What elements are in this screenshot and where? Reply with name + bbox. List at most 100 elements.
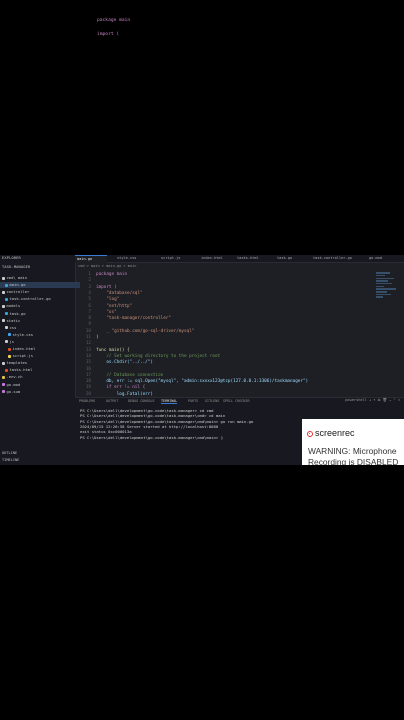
sidebar-item[interactable]: controller bbox=[0, 289, 77, 295]
css-file-icon bbox=[8, 333, 11, 337]
project-title[interactable]: TASK-MANAGER bbox=[2, 265, 30, 269]
sidebar-item[interactable]: index.html bbox=[0, 346, 83, 352]
screenrec-logo-text: screenrec bbox=[315, 428, 355, 438]
go-file-icon bbox=[5, 283, 8, 287]
go-mod-icon bbox=[2, 383, 5, 386]
env-file-icon bbox=[2, 375, 5, 379]
terminal-line: PS C:\Users\dell\development\go-code\tas… bbox=[80, 408, 214, 413]
terminal-line: exit status 0xc000013a bbox=[80, 429, 132, 435]
minimap[interactable] bbox=[376, 271, 402, 311]
sidebar-item-label: cmd\ main bbox=[6, 275, 28, 280]
code-text: os.Chdir("../../") bbox=[96, 360, 153, 366]
code-text: func main() { bbox=[96, 347, 130, 353]
sidebar-item-label: static bbox=[6, 317, 21, 323]
code-text: package main bbox=[96, 272, 128, 277]
code-text: if err != nil { bbox=[96, 385, 146, 391]
sidebar-item[interactable]: style.css bbox=[0, 332, 83, 338]
record-icon bbox=[307, 431, 313, 437]
code-text: db, err := sql.Open("mysql", "admin:sxxx… bbox=[96, 379, 309, 385]
code-editor[interactable]: 1 package main 2 3 import (4 "database/sql" 5… bbox=[75, 271, 375, 397]
blurred-code-strip: package main import ( bbox=[75, 0, 255, 40]
tab-index-html[interactable]: index.html bbox=[199, 255, 231, 262]
tab-script-js[interactable]: script.js bbox=[159, 255, 191, 262]
sidebar-item-label: go.mod bbox=[6, 381, 21, 387]
sidebar-item[interactable]: css bbox=[0, 325, 80, 331]
code-text: "log" bbox=[96, 297, 120, 303]
tab-task-go[interactable]: task.go bbox=[275, 255, 307, 262]
folder-icon bbox=[5, 340, 8, 344]
screenrec-logo: screenrec bbox=[307, 428, 355, 438]
terminal-line: PS C:\Users\dell\development\go-code\tas… bbox=[80, 418, 254, 424]
sidebar-item[interactable]: templates bbox=[0, 360, 77, 366]
panel-tab-terminal[interactable]: TERMINAL bbox=[161, 399, 178, 404]
sidebar-item[interactable]: js bbox=[0, 339, 80, 345]
sidebar-item-label: go.sum bbox=[6, 388, 21, 394]
sidebar-item-label: task.go bbox=[9, 310, 26, 316]
sidebar-item[interactable]: cmd\ main bbox=[0, 275, 77, 281]
sidebar-item[interactable]: models bbox=[0, 303, 77, 309]
folder-icon bbox=[5, 326, 8, 330]
sidebar-item-label: index.html bbox=[12, 346, 36, 351]
explorer-sidebar: EXPLORER TASK-MANAGER cmd\ main main.go co… bbox=[0, 255, 80, 465]
sidebar-item-label: task-controller.go bbox=[9, 296, 51, 302]
code-text: // Set working directory to the project … bbox=[96, 353, 221, 359]
sidebar-item-label: tasks.html bbox=[9, 367, 33, 373]
folder-icon bbox=[2, 361, 5, 365]
vscode-window: EXPLORER TASK-MANAGER cmd\ main main.go co… bbox=[0, 255, 404, 465]
sidebar-item[interactable]: main.go bbox=[0, 282, 80, 289]
mic-warning-line1: WARNING: Microphone bbox=[308, 446, 397, 456]
code-text: // Database connection bbox=[96, 372, 164, 378]
sidebar-item-label: script.js bbox=[12, 353, 34, 359]
panel-tab-ports[interactable]: PORTS bbox=[188, 399, 198, 403]
sidebar-item-label: models bbox=[6, 303, 21, 309]
sidebar-item[interactable]: go.mod bbox=[0, 382, 77, 388]
sidebar-item[interactable]: task.go bbox=[0, 311, 80, 317]
mic-warning-line2: Recording is DISABLED bbox=[308, 457, 399, 465]
editor-tabs: main.go style.css script.js index.html t… bbox=[75, 255, 404, 263]
tab-main-go[interactable]: main.go bbox=[75, 255, 107, 263]
sidebar-item-label: controller bbox=[6, 289, 30, 295]
tab-go-mod[interactable]: go.mod bbox=[367, 255, 399, 262]
terminal-line: PS C:\Users\dell\development\go-code\tas… bbox=[80, 434, 223, 440]
terminal-toolbar[interactable]: powershell + ▾ ⧉ 🗑 … ^ ✕ bbox=[345, 398, 400, 402]
panel-tab-spell-checker[interactable]: SPELL CHECKER bbox=[223, 399, 250, 403]
tab-task-controller-go[interactable]: task-controller.go bbox=[311, 255, 363, 262]
folder-icon bbox=[2, 319, 5, 323]
js-file-icon bbox=[8, 354, 11, 358]
terminal-line: PS C:\Users\dell\development\go-code\tas… bbox=[80, 413, 226, 419]
html-file-icon bbox=[5, 368, 8, 372]
tab-tasks-html[interactable]: tasks.html bbox=[235, 255, 267, 262]
sidebar-item[interactable]: .env.ch bbox=[0, 374, 77, 380]
outline-section[interactable]: OUTLINE bbox=[2, 451, 17, 455]
code-text: "os" bbox=[96, 309, 117, 315]
code-text: ) bbox=[96, 335, 99, 340]
sidebar-item-label: main.go bbox=[9, 282, 26, 288]
sidebar-item[interactable]: go.sum bbox=[0, 389, 77, 395]
sidebar-item[interactable]: static bbox=[0, 318, 77, 324]
panel-tab-problems[interactable]: PROBLEMS bbox=[79, 399, 95, 403]
explorer-title: EXPLORER bbox=[2, 256, 21, 260]
code-text: "net/http" bbox=[96, 303, 133, 309]
code-line: package main bbox=[97, 18, 131, 23]
code-text: log.Fatal(err) bbox=[96, 391, 153, 397]
panel-tab-output[interactable]: OUTPUT bbox=[106, 399, 118, 403]
go-mod-icon bbox=[2, 390, 5, 394]
code-text: "database/sql" bbox=[96, 290, 143, 296]
timeline-section[interactable]: TIMELINE bbox=[2, 458, 19, 462]
code-text: import ( bbox=[96, 284, 117, 290]
folder-icon bbox=[2, 304, 5, 308]
sidebar-item[interactable]: tasks.html bbox=[0, 367, 80, 373]
sidebar-item-label: css bbox=[9, 324, 17, 330]
sidebar-item[interactable]: task-controller.go bbox=[0, 296, 80, 302]
go-file-icon bbox=[5, 297, 8, 301]
sidebar-item[interactable]: script.js bbox=[0, 353, 83, 359]
screenrec-overlay: screenrec WARNING: Microphone Recording … bbox=[302, 419, 404, 465]
code-text: "task-manager/controller" bbox=[96, 316, 172, 322]
sidebar-item-label: .env.ch bbox=[6, 374, 23, 380]
tab-style-css[interactable]: style.css bbox=[115, 255, 147, 262]
panel-tab-debug-console[interactable]: DEBUG CONSOLE bbox=[128, 399, 155, 403]
folder-icon bbox=[2, 276, 5, 280]
panel-tab-gitlens[interactable]: GITLENS bbox=[205, 399, 219, 403]
breadcrumb[interactable]: cmd > main > main.go > main bbox=[78, 264, 136, 268]
folder-icon bbox=[2, 290, 5, 294]
